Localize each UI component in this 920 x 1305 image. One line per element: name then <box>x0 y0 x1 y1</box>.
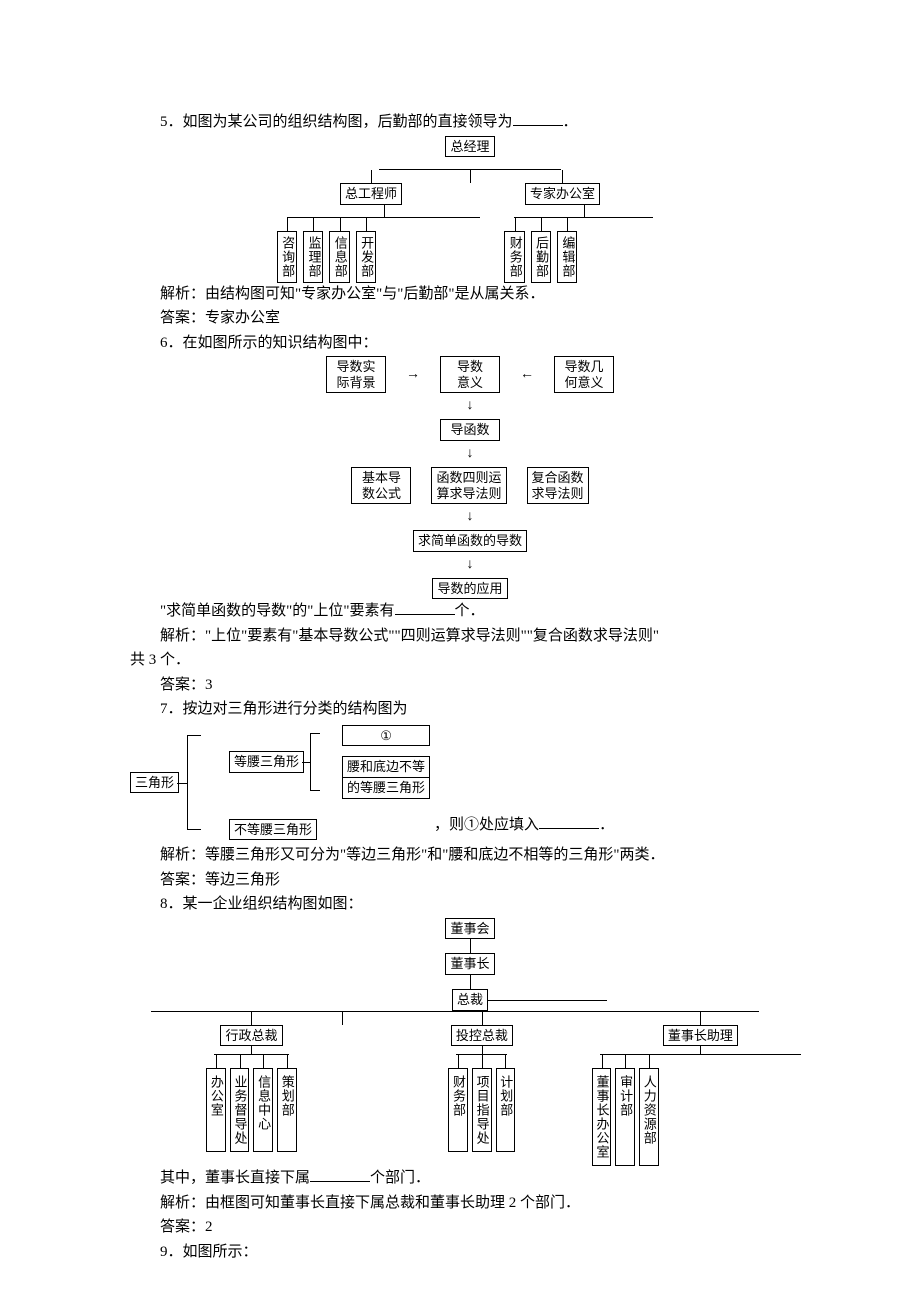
arrow-icon: → <box>406 364 420 385</box>
arrow-icon: ← <box>520 364 534 385</box>
q6-followup: "求简单函数的导数"的"上位"要素有 个． <box>130 599 810 623</box>
text: 等腰三角形又可分为"等边三角形"和"腰和底边不相等的三角形"两类． <box>205 847 665 863</box>
q6-analysis: 解析："上位"要素有"基本导数公式""四则运算求导法则""复合函数求导法则" <box>130 625 810 648</box>
arrow-down-icon: ↓ <box>467 399 474 413</box>
e8-g3-0: 董事长办公室 <box>592 1068 612 1166</box>
org5-eng-0: 咨询部 <box>277 231 297 283</box>
t7-c2a: 腰和底边不等 <box>342 756 430 778</box>
e8-b: 董事长 <box>445 953 494 975</box>
org5-top: 总经理 <box>445 136 494 158</box>
text: 3 <box>205 677 213 693</box>
text-a: "求简单函数的导数"的"上位"要素有 <box>160 603 395 619</box>
e8-g2-1: 项目指导处 <box>472 1068 492 1152</box>
q8-question: 8．某一企业组织结构图如图： <box>130 893 810 916</box>
e8-g3-2: 人力资源部 <box>639 1068 659 1166</box>
org5-l2b: 专家办公室 <box>525 183 600 205</box>
text: 由框图可知董事长直接下属总裁和董事长助理 2 个部门． <box>205 1195 580 1211</box>
q7-period: ． <box>599 817 614 833</box>
q6-analysis2: 共 3 个． <box>130 649 810 672</box>
text-a: 其中，董事长直接下属 <box>160 1170 310 1186</box>
text-b: 个． <box>455 603 485 619</box>
e8-g1-2: 信息中心 <box>253 1068 273 1152</box>
q7-after-wrap: ，则①处应填入 ． <box>434 813 614 841</box>
q5-period: ． <box>563 114 578 130</box>
k6-r3c: 复合函数 求导法则 <box>527 467 589 504</box>
org5-eng-3: 开发部 <box>356 231 376 283</box>
q6-answer: 答案：3 <box>130 674 810 697</box>
label: 解析： <box>160 1195 205 1211</box>
text: 由结构图可知"专家办公室"与"后勤部"是从属关系． <box>205 286 545 302</box>
arrow-down-icon: ↓ <box>467 558 474 572</box>
org5-exp-2: 编辑部 <box>557 231 577 283</box>
e8-d2: 投控总裁 <box>451 1025 513 1047</box>
org5-eng-2: 信息部 <box>329 231 349 283</box>
q5-answer: 答案：专家办公室 <box>130 307 810 330</box>
label: 答案： <box>160 1219 205 1235</box>
t7-c2b: 的等腰三角形 <box>342 778 430 799</box>
k6-r3b: 函数四则运 算求导法则 <box>431 467 506 504</box>
t7-c1: ① <box>342 725 430 747</box>
q5-question: 5．如图为某公司的组织结构图，后勤部的直接领导为 ． <box>130 110 810 134</box>
text: 2 <box>205 1219 213 1235</box>
org5-l2a: 总工程师 <box>340 183 402 205</box>
q5-analysis: 解析：由结构图可知"专家办公室"与"后勤部"是从属关系． <box>130 283 810 306</box>
text-b: 个部门． <box>370 1170 430 1186</box>
q7-answer: 答案：等边三角形 <box>130 869 810 892</box>
org5-eng-1: 监理部 <box>303 231 323 283</box>
org5-exp-1: 后勤部 <box>531 231 551 283</box>
e8-c: 总裁 <box>452 989 488 1011</box>
k6-r2: 导函数 <box>440 419 500 441</box>
t7-root: 三角形 <box>130 772 179 794</box>
q8-figure: 董事会 董事长 总裁 行政总裁 办公室 业务督导处 信息中心 策划部 投控总裁 … <box>131 918 809 1166</box>
q8-analysis: 解析：由框图可知董事长直接下属总裁和董事长助理 2 个部门． <box>130 1192 810 1215</box>
e8-g1-0: 办公室 <box>206 1068 226 1152</box>
q6-blank <box>395 599 455 615</box>
e8-g2-0: 财务部 <box>448 1068 468 1152</box>
q7-question: 7．按边对三角形进行分类的结构图为 <box>130 698 810 721</box>
e8-g2-2: 计划部 <box>496 1068 516 1152</box>
k6-r1a: 导数实 际背景 <box>326 356 386 393</box>
label: 答案： <box>160 677 205 693</box>
e8-g3-1: 审计部 <box>615 1068 635 1166</box>
q9-question: 9．如图所示： <box>130 1241 810 1264</box>
label: 答案： <box>160 872 205 888</box>
q5-figure: 总经理 总工程师 专家办公室 咨询部 监理部 信息部 开发部 财务部 后勤部 编… <box>277 136 663 283</box>
k6-r4: 求简单函数的导数 <box>413 530 527 552</box>
q8-followup: 其中，董事长直接下属 个部门． <box>130 1166 810 1190</box>
e8-d3: 董事长助理 <box>663 1025 738 1047</box>
k6-r3a: 基本导 数公式 <box>351 467 411 504</box>
arrow-down-icon: ↓ <box>467 510 474 524</box>
text: "上位"要素有"基本导数公式""四则运算求导法则""复合函数求导法则" <box>205 628 659 644</box>
q8-blank <box>310 1166 370 1182</box>
t7-b1: 等腰三角形 <box>229 751 304 773</box>
q5-text: 5．如图为某公司的组织结构图，后勤部的直接领导为 <box>160 114 513 130</box>
q7-figure: 三角形 等腰三角形 ① 腰和底边不等 的等腰三角形 不等腰三角形 <box>130 725 430 840</box>
k6-r5: 导数的应用 <box>432 578 507 600</box>
label: 解析： <box>160 847 205 863</box>
arrow-down-icon: ↓ <box>467 447 474 461</box>
e8-g1-3: 策划部 <box>277 1068 297 1152</box>
e8-a: 董事会 <box>445 918 494 940</box>
text: 专家办公室 <box>205 310 280 326</box>
q7-analysis: 解析：等腰三角形又可分为"等边三角形"和"腰和底边不相等的三角形"两类． <box>130 844 810 867</box>
k6-r1b: 导数 意义 <box>440 356 500 393</box>
org5-exp-0: 财务部 <box>504 231 524 283</box>
k6-r1c: 导数几 何意义 <box>554 356 614 393</box>
q5-blank <box>513 110 563 126</box>
e8-g1-1: 业务督导处 <box>230 1068 250 1152</box>
label: 解析： <box>160 628 205 644</box>
q6-figure: 导数实 际背景 → 导数 意义 ← 导数几 何意义 ↓ 导函数 ↓ 基本导 数公… <box>326 356 614 599</box>
label: 解析： <box>160 286 205 302</box>
q6-question: 6．在如图所示的知识结构图中： <box>130 332 810 355</box>
text: 等边三角形 <box>205 872 280 888</box>
q8-answer: 答案：2 <box>130 1216 810 1239</box>
q7-blank <box>539 813 599 829</box>
q7-after: ，则①处应填入 <box>434 817 539 833</box>
e8-d1: 行政总裁 <box>220 1025 282 1047</box>
label: 答案： <box>160 310 205 326</box>
t7-b2: 不等腰三角形 <box>229 819 317 841</box>
